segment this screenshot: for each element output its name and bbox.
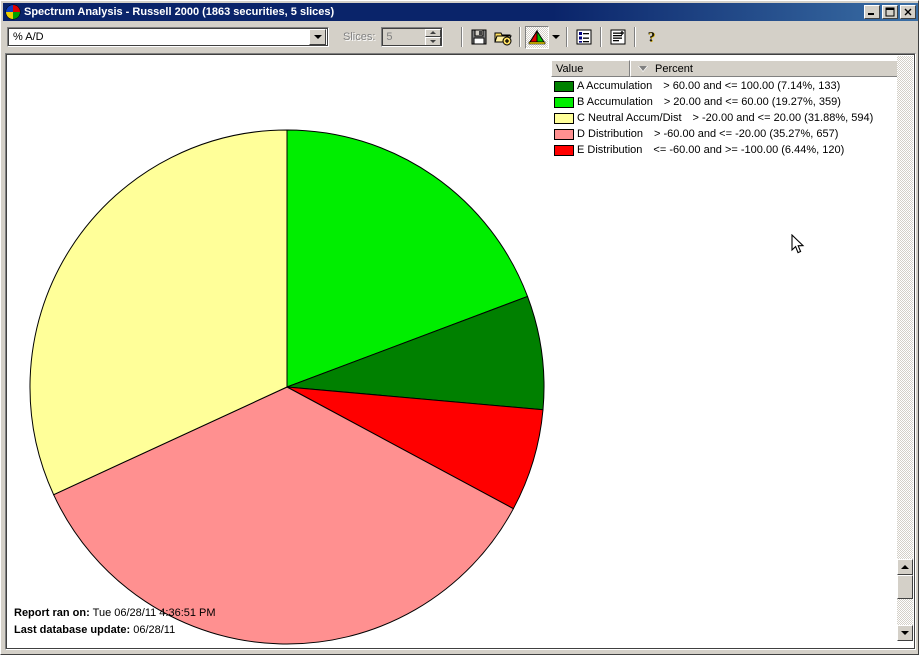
report-button[interactable] — [572, 26, 596, 49]
legend-row-description: > -20.00 and <= 20.00 (31.88%, 594) — [692, 112, 874, 124]
slices-stepper[interactable]: 5 — [381, 27, 444, 47]
chevron-down-icon[interactable] — [309, 29, 326, 45]
scrollbar-track-upper[interactable] — [897, 56, 913, 559]
legend-row[interactable]: B Accumulation > 20.00 and <= 60.00 (19.2… — [551, 94, 907, 110]
scroll-up-button[interactable] — [897, 559, 913, 575]
application-window: Spectrum Analysis - Russell 2000 (1863 s… — [0, 0, 919, 655]
last-db-update-value: 06/28/11 — [133, 624, 176, 636]
toolbar-separator — [461, 27, 464, 47]
list-report-icon — [576, 29, 592, 45]
close-button[interactable] — [900, 5, 916, 19]
window-title: Spectrum Analysis - Russell 2000 (1863 s… — [24, 6, 335, 18]
toolbar: % A/D Slices: 5 ? ? — [3, 23, 918, 51]
legend-column-percent[interactable]: Percent — [630, 60, 907, 77]
legend-row-name: D Distribution — [577, 128, 644, 140]
legend-row-name: A Accumulation — [577, 80, 653, 92]
chart-type-dropdown[interactable] — [549, 26, 562, 49]
legend-row-list: A Accumulation > 60.00 and <= 100.00 (7.1… — [551, 77, 907, 158]
legend-color-swatch — [554, 96, 574, 108]
scrollbar-thumb[interactable] — [897, 575, 913, 599]
legend-color-swatch — [554, 144, 574, 156]
legend-color-swatch — [554, 80, 574, 92]
legend-row-name: B Accumulation — [577, 96, 653, 108]
slices-label: Slices: — [343, 31, 376, 43]
slices-stepper-arrows[interactable] — [425, 28, 442, 46]
legend-row[interactable]: E Distribution <= -60.00 and >= -100.00 (… — [551, 142, 907, 158]
chart-client-area: Value Percent A Accumulation > 60.00 and … — [5, 53, 916, 650]
svg-text:?: ? — [648, 29, 656, 45]
legend-row[interactable]: C Neutral Accum/Dist > -20.00 and <= 20.0… — [551, 110, 907, 126]
title-bar: Spectrum Analysis - Russell 2000 (1863 s… — [3, 3, 918, 21]
scroll-down-button[interactable] — [897, 625, 913, 641]
report-footer: Report ran on: Tue 06/28/11 4:36:51 PM L… — [14, 605, 216, 639]
legend-row-name: E Distribution — [577, 144, 643, 156]
legend-row-description: <= -60.00 and >= -100.00 (6.44%, 120) — [653, 144, 845, 156]
last-db-update-label: Last database update: — [14, 624, 131, 636]
slices-value: 5 — [386, 31, 393, 43]
legend: Value Percent A Accumulation > 60.00 and … — [551, 60, 907, 156]
legend-column-value[interactable]: Value — [551, 60, 630, 77]
legend-color-swatch — [554, 128, 574, 140]
pie-chart-icon — [5, 4, 21, 20]
report-ran-on-line: Report ran on: Tue 06/28/11 4:36:51 PM — [14, 605, 216, 622]
maximize-button[interactable] — [882, 5, 898, 19]
chart-canvas: Value Percent A Accumulation > 60.00 and … — [8, 56, 911, 645]
report-ran-on-value: Tue 06/28/11 4:36:51 PM — [92, 607, 216, 619]
stepper-up-icon[interactable] — [425, 28, 442, 37]
legend-color-swatch — [554, 112, 574, 124]
scrollbar-track-lower[interactable] — [897, 599, 913, 625]
stepper-down-icon[interactable] — [425, 37, 442, 46]
legend-row[interactable]: D Distribution > -60.00 and <= -20.00 (35… — [551, 126, 907, 142]
minimize-button[interactable] — [864, 5, 880, 19]
legend-header: Value Percent — [551, 60, 907, 77]
folder-open-icon — [494, 32, 513, 46]
toolbar-separator — [566, 27, 569, 47]
toolbar-separator — [634, 27, 637, 47]
legend-row-description: > 20.00 and <= 60.00 (19.27%, 359) — [663, 96, 841, 108]
detail-report-icon — [610, 29, 626, 45]
metric-select-value: % A/D — [13, 31, 44, 43]
toolbar-separator — [600, 27, 603, 47]
detail-report-button[interactable] — [606, 26, 630, 49]
legend-row[interactable]: A Accumulation > 60.00 and <= 100.00 (7.1… — [551, 78, 907, 94]
legend-row-name: C Neutral Accum/Dist — [577, 112, 682, 124]
chart-icon — [529, 29, 546, 45]
last-db-update-line: Last database update: 06/28/11 — [14, 622, 216, 639]
legend-row-description: > 60.00 and <= 100.00 (7.14%, 133) — [663, 80, 841, 92]
save-button[interactable] — [467, 26, 491, 49]
floppy-disk-icon — [471, 29, 487, 45]
open-button[interactable] — [491, 26, 515, 49]
help-button[interactable]: ? ? — [640, 26, 664, 49]
sort-descending-icon — [638, 65, 648, 72]
legend-column-percent-label: Percent — [655, 62, 693, 75]
legend-row-description: > -60.00 and <= -20.00 (35.27%, 657) — [654, 128, 839, 140]
chart-type-button[interactable] — [525, 25, 550, 49]
metric-select[interactable]: % A/D — [7, 27, 329, 47]
report-ran-on-label: Report ran on: — [14, 607, 90, 619]
toolbar-separator — [519, 27, 522, 47]
vertical-scrollbar[interactable] — [897, 56, 913, 641]
question-mark-icon: ? ? — [648, 29, 656, 46]
window-controls — [864, 5, 916, 19]
